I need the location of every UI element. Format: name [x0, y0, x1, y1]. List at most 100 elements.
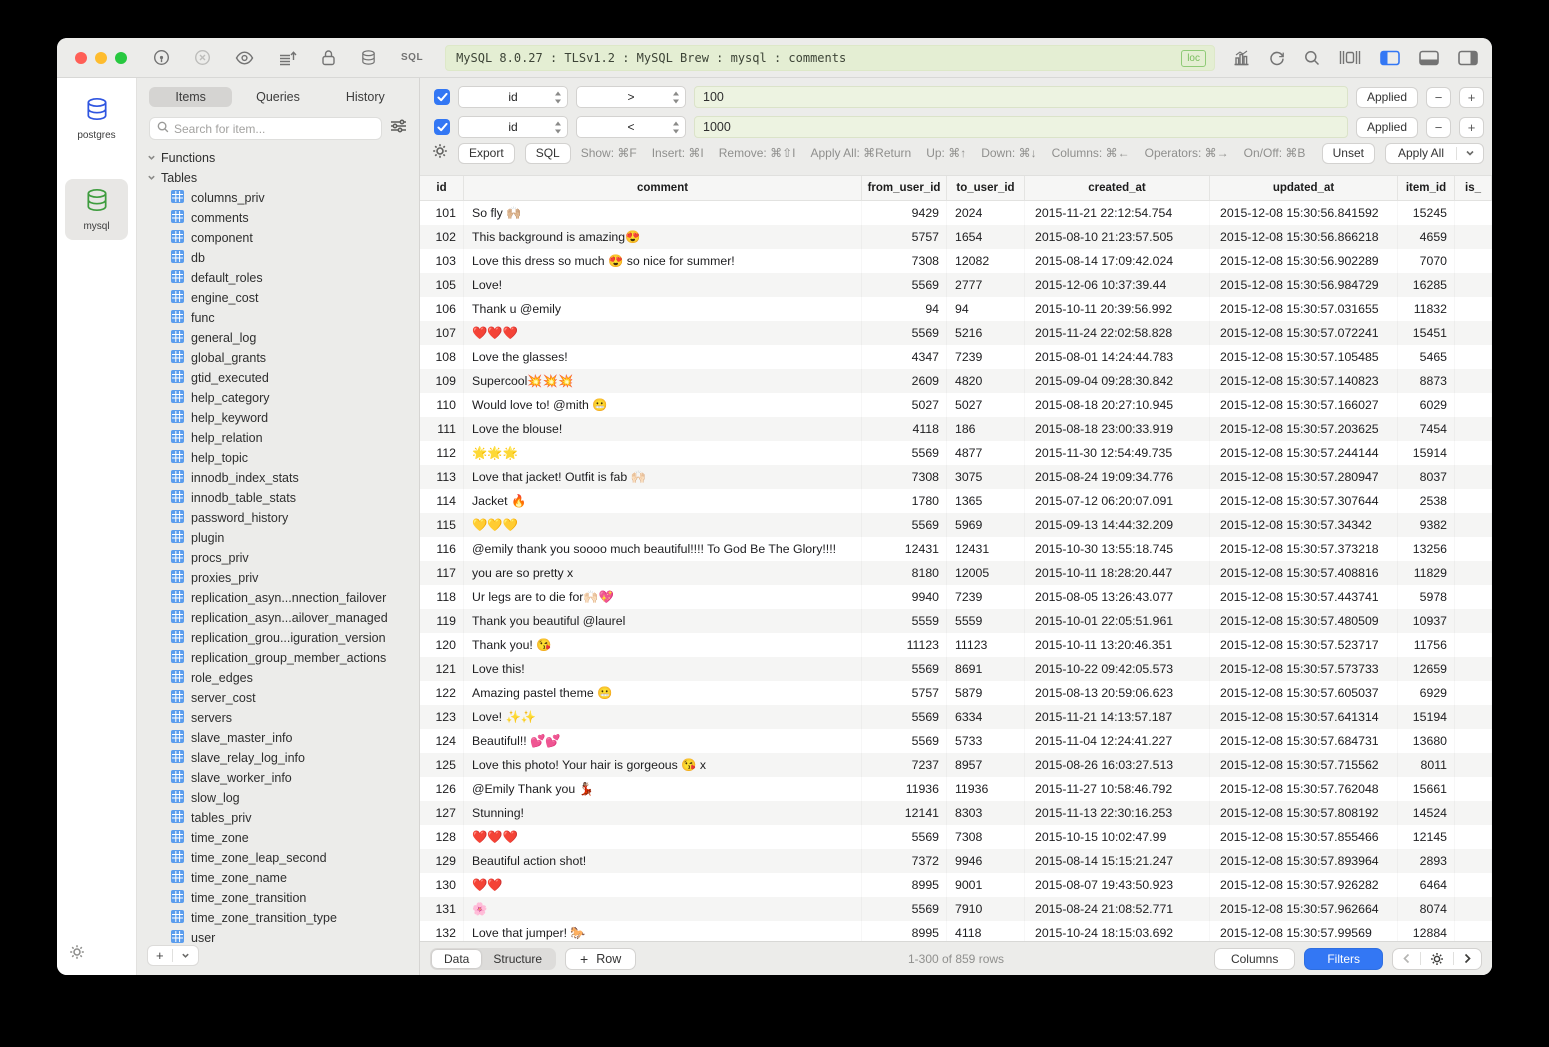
eye-icon[interactable] — [235, 51, 254, 65]
column-header-id[interactable]: id — [420, 176, 464, 200]
log-icon[interactable] — [278, 50, 297, 66]
unset-button[interactable]: Unset — [1322, 143, 1375, 164]
sql-editor-icon[interactable]: SQL — [401, 52, 423, 63]
table-row[interactable]: 107❤️❤️❤️556952162015-11-24 22:02:58.828… — [420, 321, 1492, 345]
column-header-is_[interactable]: is_ — [1455, 176, 1492, 200]
table-row[interactable]: 109Supercool💥💥💥260948202015-09-04 09:28:… — [420, 369, 1492, 393]
sidebar-table-replication_grou...iguration_version[interactable]: replication_grou...iguration_version — [147, 628, 419, 648]
sidebar-table-innodb_table_stats[interactable]: innodb_table_stats — [147, 488, 419, 508]
table-row[interactable]: 114Jacket 🔥178013652015-07-12 06:20:07.0… — [420, 489, 1492, 513]
add-filter-button[interactable]: + — [1459, 87, 1484, 108]
minimize-window-button[interactable] — [95, 52, 107, 64]
column-header-to_user_id[interactable]: to_user_id — [947, 176, 1025, 200]
sidebar-table-plugin[interactable]: plugin — [147, 528, 419, 548]
sidebar-table-gtid_executed[interactable]: gtid_executed — [147, 368, 419, 388]
tab-queries[interactable]: Queries — [236, 87, 319, 107]
apply-all-button[interactable]: Apply All — [1385, 143, 1484, 164]
connection-postgres[interactable]: postgres — [65, 88, 128, 149]
chart-icon[interactable] — [1233, 50, 1250, 66]
filter-column-select[interactable]: id — [458, 86, 568, 108]
table-row[interactable]: 115💛💛💛556959692015-09-13 14:44:32.209201… — [420, 513, 1492, 537]
sidebar-table-help_keyword[interactable]: help_keyword — [147, 408, 419, 428]
sidebar-table-role_edges[interactable]: role_edges — [147, 668, 419, 688]
table-row[interactable]: 112🌟🌟🌟556948772015-11-30 12:54:49.735201… — [420, 441, 1492, 465]
sidebar-table-proxies_priv[interactable]: proxies_priv — [147, 568, 419, 588]
sidebar-table-replication_group_member_actions[interactable]: replication_group_member_actions — [147, 648, 419, 668]
sidebar-table-time_zone_transition_type[interactable]: time_zone_transition_type — [147, 908, 419, 928]
settings-gear-icon[interactable] — [69, 944, 85, 965]
table-row[interactable]: 118Ur legs are to die for🙌🏻💖994072392015… — [420, 585, 1492, 609]
sidebar-table-time_zone_name[interactable]: time_zone_name — [147, 868, 419, 888]
filter-settings-gear-icon[interactable] — [432, 143, 448, 164]
tab-data[interactable]: Data — [432, 950, 481, 968]
chevron-right-icon[interactable] — [1454, 953, 1481, 964]
table-row[interactable]: 119Thank you beautiful @laurel5559555920… — [420, 609, 1492, 633]
focus-layout-icon[interactable] — [1339, 50, 1361, 65]
table-row[interactable]: 105Love!556927772015-12-06 10:37:39.4420… — [420, 273, 1492, 297]
column-header-from_user_id[interactable]: from_user_id — [862, 176, 947, 200]
sidebar-table-help_category[interactable]: help_category — [147, 388, 419, 408]
remove-filter-button[interactable]: − — [1426, 117, 1451, 138]
sidebar-table-slave_master_info[interactable]: slave_master_info — [147, 728, 419, 748]
table-row[interactable]: 108Love the glasses!434772392015-08-01 1… — [420, 345, 1492, 369]
table-row[interactable]: 117you are so pretty x8180120052015-10-1… — [420, 561, 1492, 585]
export-button[interactable]: Export — [458, 143, 515, 164]
sidebar-table-slave_relay_log_info[interactable]: slave_relay_log_info — [147, 748, 419, 768]
disconnect-icon[interactable] — [194, 49, 211, 66]
table-row[interactable]: 106Thank u @emily94942015-10-11 20:39:56… — [420, 297, 1492, 321]
column-header-created_at[interactable]: created_at — [1025, 176, 1210, 200]
table-row[interactable]: 110Would love to! @mith 😬502750272015-08… — [420, 393, 1492, 417]
table-row[interactable]: 132Love that jumper! 🐎899541182015-10-24… — [420, 921, 1492, 941]
table-row[interactable]: 102This background is amazing😍5757165420… — [420, 225, 1492, 249]
filter-options-icon[interactable] — [390, 119, 407, 138]
filter-value-input[interactable] — [694, 86, 1348, 108]
sidebar-table-procs_priv[interactable]: procs_priv — [147, 548, 419, 568]
sidebar-table-columns_priv[interactable]: columns_priv — [147, 188, 419, 208]
filter-applied-button[interactable]: Applied — [1356, 117, 1418, 138]
toggle-right-panel-icon[interactable] — [1458, 50, 1478, 66]
chevron-left-icon[interactable] — [1393, 953, 1420, 964]
filter-operator-select[interactable]: > — [576, 86, 686, 108]
section-functions[interactable]: Functions — [147, 148, 419, 168]
add-row-button[interactable]: + Row — [565, 948, 636, 970]
sidebar-table-time_zone_leap_second[interactable]: time_zone_leap_second — [147, 848, 419, 868]
table-row[interactable]: 123Love! ✨✨556963342015-11-21 14:13:57.1… — [420, 705, 1492, 729]
sidebar-table-time_zone[interactable]: time_zone — [147, 828, 419, 848]
sql-button[interactable]: SQL — [525, 143, 571, 164]
search-icon[interactable] — [1304, 50, 1320, 66]
lock-icon[interactable] — [321, 49, 336, 66]
sidebar-table-password_history[interactable]: password_history — [147, 508, 419, 528]
column-header-updated_at[interactable]: updated_at — [1210, 176, 1398, 200]
database-icon[interactable] — [360, 49, 377, 66]
add-filter-button[interactable]: + — [1459, 117, 1484, 138]
filter-enabled-checkbox[interactable] — [434, 89, 450, 105]
filter-operator-select[interactable]: < — [576, 116, 686, 138]
filter-column-select[interactable]: id — [458, 116, 568, 138]
columns-button[interactable]: Columns — [1214, 948, 1295, 970]
table-settings-gear-icon[interactable] — [1421, 952, 1453, 966]
plus-icon[interactable]: + — [148, 948, 172, 963]
sidebar-table-servers[interactable]: servers — [147, 708, 419, 728]
sidebar-table-slave_worker_info[interactable]: slave_worker_info — [147, 768, 419, 788]
tab-history[interactable]: History — [324, 87, 407, 107]
sidebar-table-replication_asyn...nnection_failover[interactable]: replication_asyn...nnection_failover — [147, 588, 419, 608]
chevron-down-icon[interactable] — [1457, 148, 1483, 158]
table-row[interactable]: 128❤️❤️❤️556973082015-10-15 10:02:47.992… — [420, 825, 1492, 849]
table-row[interactable]: 101So fly 🙌🏼942920242015-11-21 22:12:54.… — [420, 201, 1492, 225]
remove-filter-button[interactable]: − — [1426, 87, 1451, 108]
sidebar-table-comments[interactable]: comments — [147, 208, 419, 228]
sidebar-table-slow_log[interactable]: slow_log — [147, 788, 419, 808]
chevron-down-icon[interactable] — [173, 951, 198, 960]
table-row[interactable]: 116@emily thank you soooo much beautiful… — [420, 537, 1492, 561]
tab-structure[interactable]: Structure — [481, 950, 554, 968]
table-row[interactable]: 129Beautiful action shot!737299462015-08… — [420, 849, 1492, 873]
sidebar-table-general_log[interactable]: general_log — [147, 328, 419, 348]
connect-icon[interactable] — [153, 49, 170, 66]
toggle-bottom-panel-icon[interactable] — [1419, 50, 1439, 66]
refresh-icon[interactable] — [1269, 50, 1285, 66]
table-row[interactable]: 121Love this!556986912015-10-22 09:42:05… — [420, 657, 1492, 681]
column-header-comment[interactable]: comment — [464, 176, 862, 200]
search-input[interactable] — [174, 122, 374, 136]
sidebar-table-func[interactable]: func — [147, 308, 419, 328]
sidebar-table-db[interactable]: db — [147, 248, 419, 268]
